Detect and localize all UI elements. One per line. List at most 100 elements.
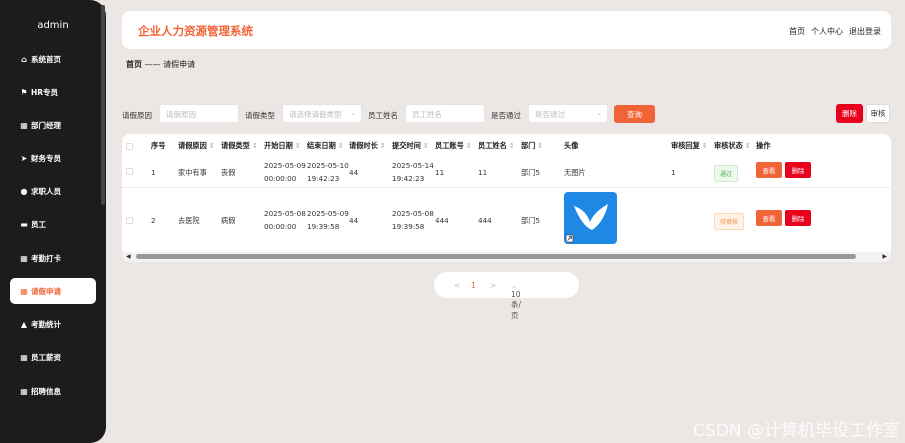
logout-link[interactable]: 退出登录: [849, 26, 881, 37]
row1-avatar: 无图片: [564, 168, 586, 177]
breadcrumb-home[interactable]: 首页: [126, 60, 142, 69]
sidebar-item-dept-manager[interactable]: ▦ 部门经理: [10, 112, 96, 138]
profile-link[interactable]: 个人中心: [811, 26, 843, 37]
select-all-checkbox[interactable]: [126, 143, 133, 150]
sidebar-scrollbar[interactable]: [101, 5, 105, 205]
row1-account: 11: [435, 168, 445, 177]
sidebar-item-label: 招聘信息: [31, 386, 61, 396]
grid-icon: ▦: [20, 286, 28, 296]
delete-button[interactable]: 删除: [785, 162, 811, 178]
scrollbar-thumb[interactable]: [136, 254, 856, 259]
row-checkbox[interactable]: [126, 168, 133, 175]
person-icon: ●: [20, 186, 28, 196]
row2-submit: 2025-05-08 19:39:58: [392, 209, 434, 231]
col-header-reason[interactable]: 请假原因 ⇕: [178, 141, 215, 151]
avatar[interactable]: [564, 192, 617, 244]
sort-icon: ⇕: [422, 141, 429, 150]
sort-icon: ⇕: [337, 141, 344, 150]
grid-icon: ▦: [20, 386, 28, 396]
breadcrumb: 首页 —— 请假申请: [126, 59, 195, 70]
flag-icon: ⚑: [20, 87, 28, 97]
prev-page-button[interactable]: <: [454, 281, 460, 290]
sidebar-item-salary[interactable]: ▦ 员工薪资: [10, 344, 96, 370]
pass-placeholder: 是否通过: [535, 110, 565, 119]
chevron-down-icon: ⌄: [350, 109, 356, 117]
sidebar-item-hr[interactable]: ⚑ HR专员: [10, 79, 96, 105]
col-header-account[interactable]: 员工账号 ⇕: [435, 141, 472, 151]
row2-account: 444: [435, 216, 449, 225]
pass-select[interactable]: 是否通过 ⌄: [528, 104, 608, 123]
sort-icon: ⇕: [744, 141, 751, 150]
sidebar-item-home[interactable]: ⌂ 系统首页: [10, 46, 96, 72]
type-label: 请假类型: [245, 111, 275, 120]
row2-duration: 44: [349, 216, 359, 225]
sidebar-item-recruit[interactable]: ▦ 招聘信息: [10, 378, 96, 404]
status-badge: 待审核: [714, 213, 745, 230]
row1-reply: 1: [671, 168, 676, 177]
sidebar-item-leave[interactable]: ▦ 请假申请: [10, 278, 96, 304]
grid-icon: ▦: [20, 253, 28, 263]
sidebar-username: admin: [37, 20, 69, 31]
col-header-duration[interactable]: 请假时长 ⇕: [349, 141, 386, 151]
sort-icon: ⇕: [379, 141, 386, 150]
scroll-right-icon[interactable]: ▶: [882, 253, 887, 260]
col-header-type[interactable]: 请假类型 ⇕: [221, 141, 258, 151]
sidebar-item-attendance[interactable]: ▦ 考勤打卡: [10, 245, 96, 271]
pagination: < 1 > 10条/页 ⌄: [434, 272, 579, 320]
sidebar-item-jobseeker[interactable]: ● 求职人员: [10, 178, 96, 204]
batch-delete-button[interactable]: 删除: [836, 104, 863, 123]
sort-icon: ⇕: [701, 141, 708, 150]
row-checkbox[interactable]: [126, 217, 133, 224]
sidebar-item-attendance-stats[interactable]: ▲ 考勤统计: [10, 311, 96, 337]
row1-duration: 44: [349, 168, 359, 177]
sidebar-item-employee[interactable]: ▬ 员工: [10, 211, 96, 237]
name-placeholder: 员工姓名: [412, 110, 442, 119]
row1-name: 11: [478, 168, 488, 177]
name-input[interactable]: 员工姓名: [405, 104, 485, 123]
col-header-reply[interactable]: 审核回复 ⇕: [671, 141, 708, 151]
col-header-end[interactable]: 结束日期 ⇕: [307, 141, 344, 151]
sort-icon: ⇕: [251, 141, 258, 150]
grid-icon: ▦: [20, 352, 28, 362]
horizontal-scrollbar[interactable]: ◀ ▶: [122, 252, 891, 262]
scroll-left-icon[interactable]: ◀: [126, 253, 131, 260]
sidebar-item-label: 员工薪资: [31, 352, 61, 362]
view-button[interactable]: 查看: [756, 210, 782, 226]
col-header-status[interactable]: 审核状态 ⇕: [714, 141, 751, 151]
reason-placeholder: 请假原因: [166, 110, 196, 119]
view-button[interactable]: 查看: [756, 162, 782, 178]
next-page-button[interactable]: >: [490, 281, 496, 290]
sidebar-item-label: HR专员: [31, 87, 59, 97]
col-header-submit[interactable]: 提交时间 ⇕: [392, 141, 429, 151]
bird-logo-icon: [565, 204, 608, 243]
page-size-select[interactable]: 10条/页 ⌄: [511, 281, 521, 320]
row1-reason: 家中有事: [178, 168, 207, 177]
sidebar-item-label: 财务专员: [31, 153, 61, 163]
page-number[interactable]: 1: [471, 281, 476, 290]
chevron-down-icon: ⌄: [511, 281, 518, 290]
reason-label: 请假原因: [122, 111, 152, 120]
type-select[interactable]: 请选择请假类型 ⌄: [282, 104, 362, 123]
query-button[interactable]: 查询: [614, 105, 655, 123]
delete-button[interactable]: 删除: [785, 210, 811, 226]
row2-index: 2: [151, 216, 156, 225]
reason-input[interactable]: 请假原因: [159, 104, 239, 123]
leave-table: 序号 请假原因 ⇕ 请假类型 ⇕ 开始日期 ⇕ 结束日期 ⇕ 请假时长 ⇕ 提交时间 ⇕ 员…: [122, 134, 891, 262]
sidebar-item-label: 系统首页: [31, 54, 61, 64]
pass-label: 是否通过: [491, 111, 521, 120]
sidebar-item-finance[interactable]: ➤ 财务专员: [10, 145, 96, 171]
sidebar-item-label: 考勤打卡: [31, 253, 61, 263]
sidebar-item-label: 请假申请: [31, 286, 61, 296]
row1-end: 2025-05-10 19:42:23: [307, 161, 349, 183]
audit-button[interactable]: 审核: [866, 104, 890, 123]
col-header-start[interactable]: 开始日期 ⇕: [264, 141, 301, 151]
chat-icon: ▬: [20, 219, 28, 229]
col-header-name[interactable]: 员工姓名 ⇕: [478, 141, 515, 151]
row1-dept: 部门5: [521, 168, 540, 177]
row2-name: 444: [478, 216, 492, 225]
grid-icon: ▦: [20, 120, 28, 130]
row2-dept: 部门5: [521, 216, 540, 225]
home-link[interactable]: 首页: [789, 26, 805, 37]
row1-start: 2025-05-09 00:00:00: [264, 161, 306, 183]
col-header-dept[interactable]: 部门 ⇕: [521, 141, 543, 151]
